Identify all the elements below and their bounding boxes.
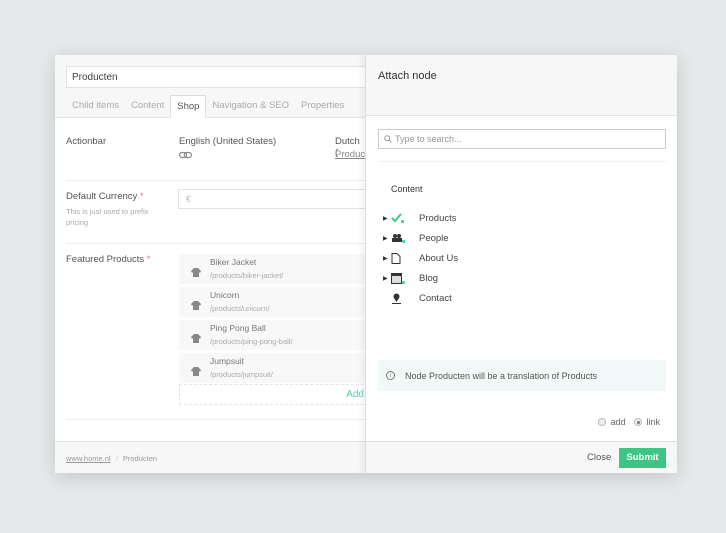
shirt-icon (191, 297, 201, 315)
node-label: Blog (419, 272, 439, 284)
featured-product-item[interactable]: Biker Jacket/products/biker-jacket/ (179, 254, 365, 284)
currency-input[interactable]: € (178, 189, 365, 209)
editor-tabs: Child items Content Shop Navigation & SE… (66, 95, 350, 118)
add-product-button[interactable]: Add (179, 384, 365, 405)
featured-product-item[interactable]: Ping Pong Ball/products/ping-pong-ball/ (179, 320, 365, 350)
link-icon[interactable] (179, 151, 192, 159)
close-button[interactable]: Close (587, 452, 611, 463)
info-icon: i (386, 371, 395, 380)
shirt-icon (191, 264, 201, 282)
tab-shop[interactable]: Shop (170, 95, 207, 118)
required-marker: * (146, 254, 151, 265)
required-marker: * (139, 191, 144, 202)
shirt-icon (191, 363, 201, 381)
mode-options: add link (598, 417, 660, 427)
tab-navigation-seo[interactable]: Navigation & SEO (206, 95, 295, 118)
radio-link-label[interactable]: link (646, 417, 660, 427)
featured-label: Featured Products * (66, 254, 151, 265)
breadcrumb-separator: / (115, 454, 118, 463)
product-name: Jumpsuit (210, 356, 245, 366)
search-input[interactable]: Type to search... (378, 129, 666, 149)
expand-icon[interactable]: ▶ (383, 235, 391, 242)
product-path: /products/unicorn/ (210, 304, 270, 313)
checkmark-icon (391, 213, 411, 223)
featured-label-text: Featured Products (66, 254, 145, 265)
expand-icon[interactable]: ▶ (383, 215, 391, 222)
node-label: Products (419, 212, 457, 224)
tab-content[interactable]: Content (125, 95, 170, 118)
calendar-icon (391, 272, 411, 284)
currency-label-text: Default Currency (66, 191, 138, 202)
featured-product-item[interactable]: Jumpsuit/products/jumpsuit/ (179, 353, 365, 383)
currency-label: Default Currency * (66, 191, 144, 202)
node-label: About Us (419, 252, 459, 264)
node-label: People (419, 232, 449, 244)
product-name: Unicorn (210, 290, 240, 300)
radio-add-label[interactable]: add (610, 417, 625, 427)
page-icon (391, 252, 411, 264)
radio-link[interactable] (634, 418, 643, 426)
divider (66, 419, 365, 420)
divider (66, 243, 365, 244)
breadcrumb-current: Producten (122, 454, 158, 463)
language-english: English (United States) (179, 136, 277, 147)
product-path: /products/biker-jacket/ (210, 271, 284, 280)
shirt-icon (191, 330, 201, 348)
tree-node-products[interactable]: ▶ Products (383, 211, 457, 225)
tree-node-contact[interactable]: Contact (383, 291, 452, 305)
translation-info: i Node Producten will be a translation of… (378, 360, 666, 391)
product-name: Biker Jacket (210, 257, 257, 267)
dutch-translation-link[interactable]: Produc (335, 149, 365, 160)
divider (66, 180, 365, 181)
search-icon (384, 135, 392, 143)
breadcrumb: www.home.nl / Producten (55, 441, 365, 473)
dialog-title: Attach node (366, 55, 677, 116)
tree-node-blog[interactable]: ▶ Blog (383, 271, 438, 285)
tree-node-people[interactable]: ▶ People (383, 231, 449, 245)
breadcrumb-home-link[interactable]: www.home.nl (66, 454, 111, 463)
map-pin-icon (391, 293, 411, 304)
product-path: /products/ping-pong-ball/ (210, 337, 293, 346)
product-name: Ping Pong Ball (210, 323, 266, 333)
node-editor: Producten Child items Content Shop Navig… (55, 55, 365, 473)
editor-header: Producten Child items Content Shop Navig… (55, 55, 365, 118)
cms-window: Producten Child items Content Shop Navig… (55, 55, 677, 473)
tree-root: Content (391, 184, 423, 194)
submit-button[interactable]: Submit (619, 448, 666, 468)
search-placeholder: Type to search... (395, 134, 462, 144)
expand-icon[interactable]: ▶ (383, 275, 391, 282)
currency-hint: This is just used to prefix pricing (66, 207, 149, 227)
attach-node-dialog: Attach node Type to search... Content ▶ P… (365, 55, 677, 473)
tab-child-items[interactable]: Child items (66, 95, 125, 118)
radio-add[interactable] (598, 418, 607, 426)
tab-properties[interactable]: Properties (295, 95, 350, 118)
title-input[interactable]: Producten (66, 66, 365, 88)
actionbar-label: Actionbar (66, 136, 107, 147)
featured-product-item[interactable]: Unicorn/products/unicorn/ (179, 287, 365, 317)
node-label: Contact (419, 292, 452, 304)
dialog-footer: Close Submit (366, 441, 677, 473)
info-text: Node Producten will be a translation of … (405, 370, 598, 381)
expand-icon[interactable]: ▶ (383, 255, 391, 262)
product-path: /products/jumpsuit/ (210, 370, 273, 379)
people-icon (391, 233, 411, 243)
divider (378, 161, 666, 162)
tree-node-about-us[interactable]: ▶ About Us (383, 251, 458, 265)
